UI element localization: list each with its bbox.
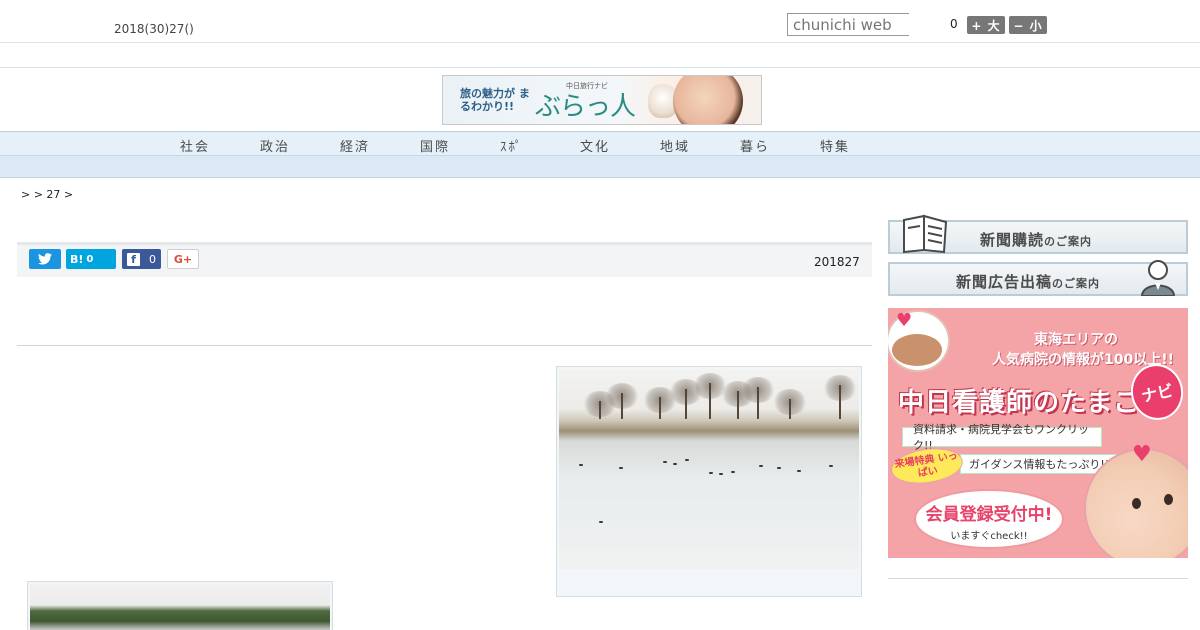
hatena-count: 0 xyxy=(86,253,94,265)
park-photo[interactable] xyxy=(30,584,330,630)
article-photo-frame xyxy=(556,366,862,597)
nav-item[interactable]: 地域 xyxy=(660,136,690,155)
article-date: 201827 xyxy=(814,255,860,269)
nav-item[interactable]: 政治 xyxy=(260,136,290,155)
model-photo xyxy=(673,76,743,124)
advertise-guide-button[interactable]: 新聞広告出稿のご案内 xyxy=(888,260,1188,296)
facebook-share-button[interactable]: f 0 xyxy=(122,249,161,269)
article-divider xyxy=(17,345,872,346)
nav-item[interactable]: 経済 xyxy=(340,136,370,155)
nurse-navi-ad[interactable]: ♥ 東海エリアの 人気病院の情報が100以上!! 中日看護師のたまご ナビ 資料… xyxy=(888,308,1188,558)
main-nav: 社会 政治 経済 国際 ｽﾎﾟ 文化 地域 暮ら 特集 xyxy=(0,131,1200,156)
person-icon xyxy=(1140,260,1176,296)
ad-headline: 東海エリアの 人気病院の情報が100以上!! xyxy=(992,332,1174,368)
ad-feature-1: 資料請求・病院見学会もワンクリック!! xyxy=(902,423,1102,452)
hatena-icon: B! xyxy=(70,252,84,266)
ad-cta-bubble: 会員登録受付中! いますぐcheck!! xyxy=(914,489,1064,549)
nav-item[interactable]: 文化 xyxy=(580,136,610,155)
advertise-guide-label: 新聞広告出稿のご案内 xyxy=(956,273,1101,291)
newspaper-icon xyxy=(903,214,948,254)
hatena-bookmark-button[interactable]: B! 0 xyxy=(66,249,116,269)
share-bar: B! 0 f 0 G+ xyxy=(17,245,872,277)
banner-catch: 旅の魅力が まるわかり!! xyxy=(460,87,530,113)
pond-photo[interactable] xyxy=(559,369,859,569)
facebook-count: 0 xyxy=(149,252,156,266)
twitter-share-button[interactable] xyxy=(29,249,61,269)
nav-item[interactable]: 暮ら xyxy=(740,136,770,155)
nav-item[interactable]: ｽﾎﾟ xyxy=(500,136,524,155)
nav-item[interactable]: 特集 xyxy=(820,136,850,155)
breadcrumb[interactable]: > > 27 > xyxy=(21,188,73,201)
travel-navi-banner[interactable]: 旅の魅力が まるわかり!! 中日旅行ナビ ぶらっ人 xyxy=(442,75,762,125)
facebook-icon: f xyxy=(127,252,140,266)
banner-title: ぶらっ人 xyxy=(535,92,636,122)
article-photo-frame-2 xyxy=(27,581,333,630)
font-size-level: 0 xyxy=(950,17,958,31)
sub-nav xyxy=(0,156,1200,178)
subscribe-guide-button[interactable]: 新聞購読のご案内 xyxy=(888,214,1188,254)
twitter-icon xyxy=(38,253,52,265)
googleplus-share-button[interactable]: G+ xyxy=(167,249,199,269)
current-date: 2018(30)27() xyxy=(114,22,194,36)
search-input[interactable] xyxy=(787,13,909,36)
nav-item[interactable]: 社会 xyxy=(180,136,210,155)
nav-item[interactable]: 国際 xyxy=(420,136,450,155)
header-band xyxy=(0,43,1200,68)
font-smaller-button[interactable]: − 小 xyxy=(1009,16,1047,34)
font-larger-button[interactable]: + 大 xyxy=(967,16,1005,34)
ad-title: 中日看護師のたまご xyxy=(898,388,1141,418)
ad-bonus-tag: 来場特典 いっぱい xyxy=(888,444,966,488)
sidebar-divider xyxy=(888,578,1188,579)
top-bar: 2018(30)27() 0 + 大 − 小 xyxy=(0,0,1200,43)
subscribe-guide-label: 新聞購読のご案内 xyxy=(980,231,1093,249)
nurse-character-top: ♥ xyxy=(888,310,950,372)
